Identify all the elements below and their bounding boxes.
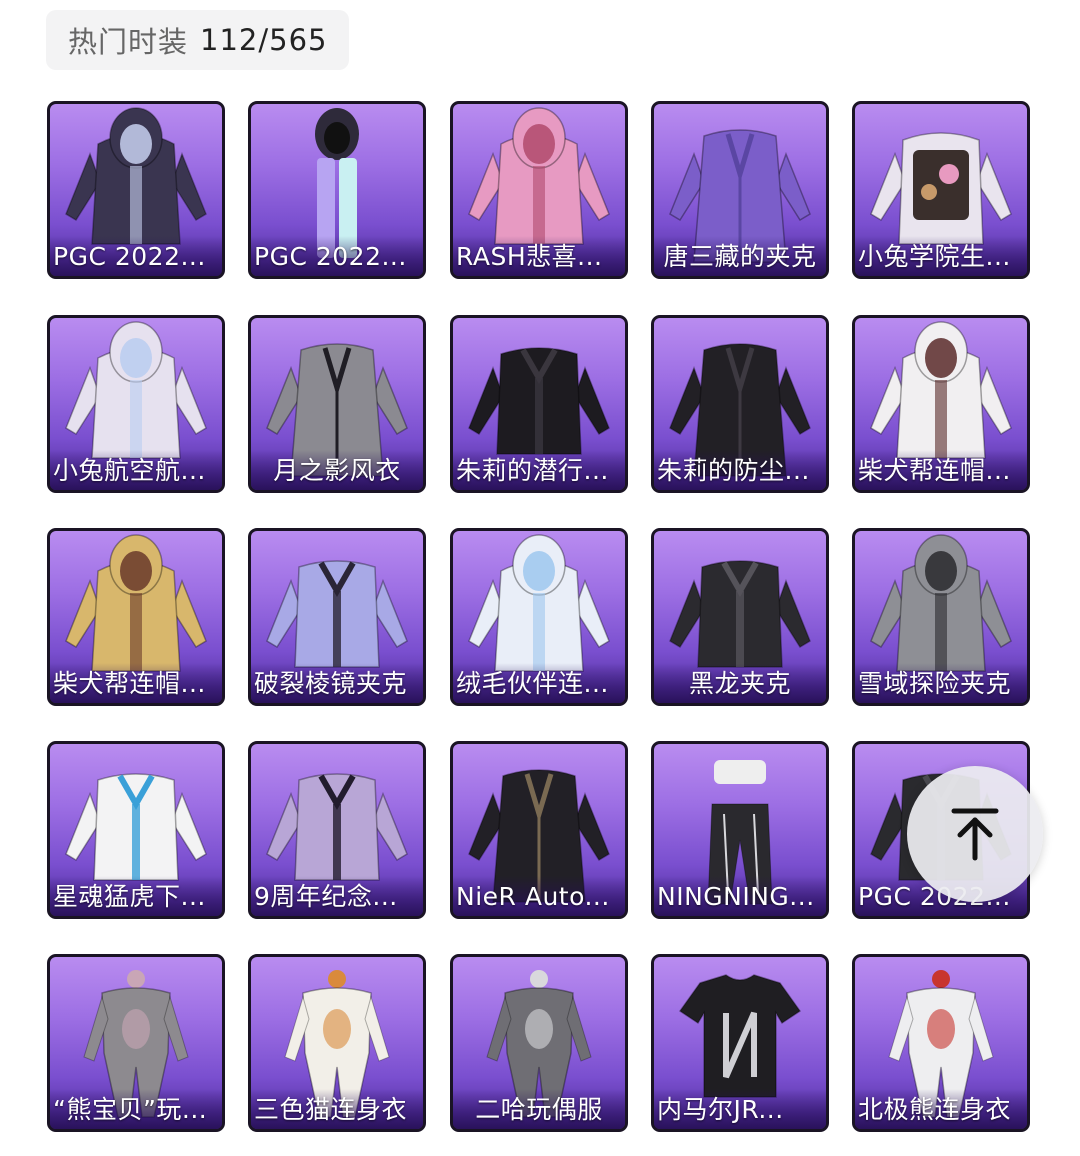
outfit-item-card[interactable]: 内马尔JR... — [651, 954, 829, 1132]
outfit-item-card[interactable]: 柴犬帮连帽... — [852, 315, 1030, 493]
outfit-name: 黑龙夹克 — [688, 669, 791, 698]
outfit-item-card[interactable]: 北极熊连身衣 — [852, 954, 1030, 1132]
outfit-name: 9周年纪念... — [254, 882, 398, 911]
outfit-item-card[interactable]: PGC 2022... — [47, 101, 225, 279]
outfit-item-card[interactable]: 黑龙夹克 — [651, 528, 829, 706]
outfit-name: 月之影风衣 — [273, 456, 401, 485]
outfit-item-card[interactable]: 二哈玩偶服 — [450, 954, 628, 1132]
outfit-item-card[interactable]: “熊宝贝”玩... — [47, 954, 225, 1132]
outfit-name: 朱莉的防尘... — [657, 456, 810, 485]
outfit-item-card[interactable]: 9周年纪念... — [248, 741, 426, 919]
arrow-up-to-top-icon — [951, 808, 999, 861]
outfit-name: 星魂猛虎下... — [53, 882, 206, 911]
outfit-name: 破裂棱镜夹克 — [254, 669, 408, 698]
outfit-name: 唐三藏的夹克 — [663, 242, 817, 271]
outfit-name: “熊宝贝”玩... — [53, 1095, 208, 1124]
outfit-name: 柴犬帮连帽... — [858, 456, 1011, 485]
outfit-item-card[interactable]: 绒毛伙伴连... — [450, 528, 628, 706]
outfit-name: 二哈玩偶服 — [475, 1095, 603, 1124]
outfit-item-card[interactable]: 小兔学院生... — [852, 101, 1030, 279]
outfit-name: 内马尔JR... — [657, 1095, 784, 1124]
outfit-item-card[interactable]: 朱莉的防尘... — [651, 315, 829, 493]
outfit-name: RASH悲喜... — [456, 242, 603, 271]
outfit-name: 朱莉的潜行... — [456, 456, 609, 485]
outfit-name: PGC 2022... — [53, 242, 206, 271]
outfit-item-card[interactable]: 朱莉的潜行... — [450, 315, 628, 493]
outfit-name: 小兔学院生... — [858, 242, 1011, 271]
outfit-item-card[interactable]: 雪域探险夹克 — [852, 528, 1030, 706]
outfit-item-card[interactable]: 小兔航空航... — [47, 315, 225, 493]
outfit-item-card[interactable]: NINGNING... — [651, 741, 829, 919]
outfit-name: 小兔航空航... — [53, 456, 206, 485]
outfit-name: 绒毛伙伴连... — [456, 669, 609, 698]
outfit-name: 柴犬帮连帽... — [53, 669, 206, 698]
outfit-item-card[interactable]: 破裂棱镜夹克 — [248, 528, 426, 706]
outfit-item-card[interactable]: 三色猫连身衣 — [248, 954, 426, 1132]
outfit-item-card[interactable]: 柴犬帮连帽... — [47, 528, 225, 706]
outfit-name: 雪域探险夹克 — [858, 669, 1012, 698]
outfit-item-card[interactable]: 星魂猛虎下... — [47, 741, 225, 919]
outfit-item-card[interactable]: PGC 2022... — [248, 101, 426, 279]
outfit-name: PGC 2022... — [254, 242, 407, 271]
outfit-item-card[interactable]: RASH悲喜... — [450, 101, 628, 279]
outfit-name: 三色猫连身衣 — [254, 1095, 408, 1124]
outfit-item-card[interactable]: 唐三藏的夹克 — [651, 101, 829, 279]
outfit-item-card[interactable]: 月之影风衣 — [248, 315, 426, 493]
outfit-name: 北极熊连身衣 — [858, 1095, 1012, 1124]
outfit-name: NINGNING... — [657, 882, 815, 911]
outfit-item-card[interactable]: NieR Auto... — [450, 741, 628, 919]
scroll-to-top-button[interactable] — [907, 766, 1043, 902]
outfit-grid: PGC 2022... PGC 2022... RASH悲喜... 唐三藏的夹克… — [0, 0, 1080, 1156]
outfit-name: NieR Auto... — [456, 882, 610, 911]
